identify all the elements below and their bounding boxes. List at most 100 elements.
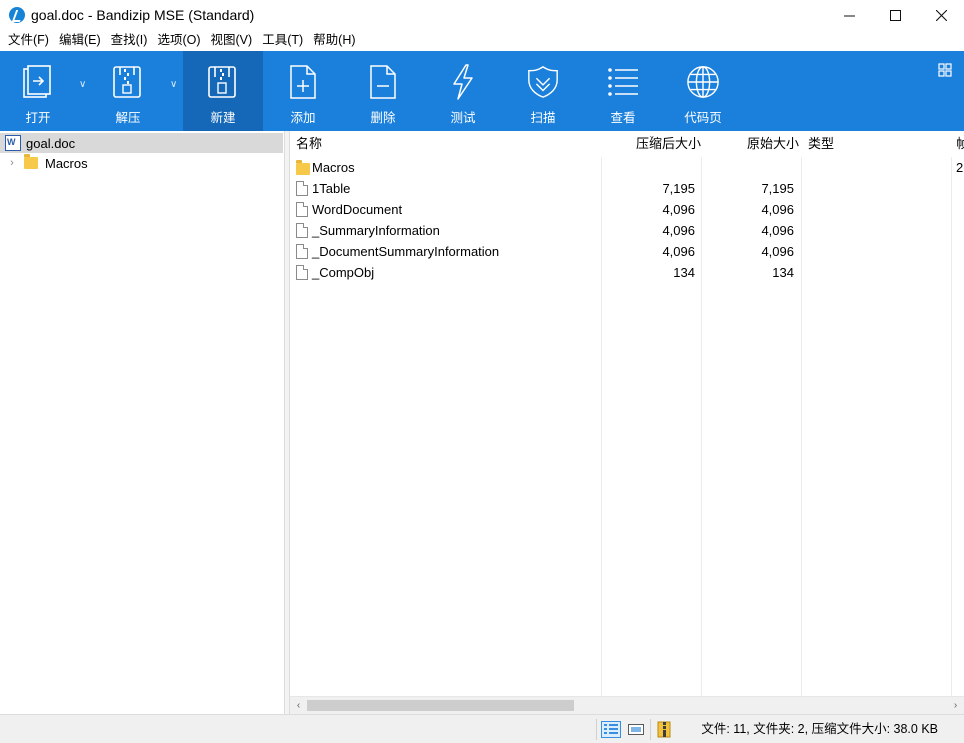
- scroll-left-arrow[interactable]: ‹: [290, 697, 307, 714]
- file-icon: [296, 202, 308, 217]
- new-archive-label: 新建: [210, 111, 236, 125]
- bandizip-app-icon: [9, 7, 25, 23]
- file-icon: [296, 265, 308, 280]
- extract-button[interactable]: 解压: [92, 51, 164, 131]
- open-dropdown-icon[interactable]: ∨: [79, 79, 86, 90]
- item-name: WordDocument: [312, 202, 403, 217]
- minimize-button[interactable]: [826, 0, 872, 30]
- preview-view-icon[interactable]: [626, 721, 646, 738]
- test-button[interactable]: 测试: [423, 51, 503, 131]
- status-bar: 文件: 11, 文件夹: 2, 压缩文件大小: 38.0 KB: [0, 714, 964, 743]
- expand-chevron-icon[interactable]: ›: [6, 157, 18, 169]
- details-view-icon[interactable]: [601, 721, 621, 738]
- scan-shield-icon: [526, 64, 560, 100]
- list-item[interactable]: 1Table 7,195 7,195: [290, 178, 964, 199]
- list-header: 名称 ⌄ 压缩后大小 原始大小 类型 帧: [290, 131, 964, 157]
- list-item[interactable]: _CompObj 134 134: [290, 262, 964, 283]
- column-type-header[interactable]: 类型: [808, 131, 834, 157]
- extract-icon: [111, 64, 145, 100]
- close-icon: [935, 9, 947, 21]
- item-name: _DocumentSummaryInformation: [312, 244, 500, 259]
- file-icon: [296, 244, 308, 259]
- title-bar: goal.doc - Bandizip MSE (Standard): [0, 0, 964, 30]
- test-label: 测试: [450, 111, 476, 125]
- item-original-size: 4,096: [761, 202, 794, 217]
- menu-view[interactable]: 视图(V): [206, 30, 258, 51]
- menu-options[interactable]: 选项(O): [152, 30, 205, 51]
- column-packed-header[interactable]: 压缩后大小: [636, 131, 701, 157]
- item-name: 1Table: [312, 181, 351, 196]
- menu-bar: 文件(F) 编辑(E) 查找(I) 选项(O) 视图(V) 工具(T) 帮助(H…: [0, 30, 964, 51]
- item-original-size: 4,096: [761, 244, 794, 259]
- open-button[interactable]: 打开: [0, 51, 76, 131]
- status-text: 文件: 11, 文件夹: 2, 压缩文件大小: 38.0 KB: [701, 722, 938, 736]
- open-archive-icon: [21, 64, 55, 100]
- word-doc-icon: [5, 135, 21, 151]
- item-name: Macros: [312, 160, 355, 175]
- test-lightning-icon: [446, 64, 480, 100]
- item-name: _CompObj: [312, 265, 375, 280]
- layout-toggle-icon[interactable]: [938, 63, 952, 77]
- extract-dropdown-icon[interactable]: ∨: [170, 79, 177, 90]
- tree-root-item[interactable]: goal.doc: [0, 133, 283, 153]
- archive-info-icon[interactable]: [655, 721, 675, 738]
- toolbar: 打开 ∨ 解压 ∨ 新建 添加 删除 测试 扫描 查看 代码页: [0, 51, 964, 131]
- list-item[interactable]: _SummaryInformation 4,096 4,096: [290, 220, 964, 241]
- maximize-icon: [889, 9, 901, 21]
- item-name: _SummaryInformation: [312, 223, 440, 238]
- view-list-icon: [606, 64, 640, 100]
- list-item[interactable]: WordDocument 4,096 4,096: [290, 199, 964, 220]
- view-button[interactable]: 查看: [583, 51, 663, 131]
- new-archive-button[interactable]: 新建: [183, 51, 263, 131]
- item-packed-size: 4,096: [662, 202, 695, 217]
- column-original-header[interactable]: 原始大小: [747, 131, 799, 157]
- file-icon: [296, 181, 308, 196]
- delete-file-icon: [366, 64, 400, 100]
- menu-help[interactable]: 帮助(H): [308, 30, 360, 51]
- column-truncated-header[interactable]: 帧: [956, 131, 964, 157]
- minimize-icon: [843, 15, 855, 16]
- item-original-size: 7,195: [761, 181, 794, 196]
- menu-file[interactable]: 文件(F): [3, 30, 54, 51]
- menu-edit[interactable]: 编辑(E): [54, 30, 106, 51]
- tree-item-macros[interactable]: › Macros: [0, 153, 283, 173]
- item-packed-size: 7,195: [662, 181, 695, 196]
- status-separator: [596, 719, 597, 740]
- open-label: 打开: [25, 111, 51, 125]
- scroll-right-arrow[interactable]: ›: [947, 697, 964, 714]
- folder-icon: [24, 154, 38, 169]
- scrollbar-thumb[interactable]: [307, 700, 574, 711]
- codepage-globe-icon: [686, 64, 720, 100]
- menu-find[interactable]: 查找(I): [106, 30, 153, 51]
- window-title: goal.doc - Bandizip MSE (Standard): [31, 7, 255, 23]
- file-icon: [296, 223, 308, 238]
- window-controls: [826, 0, 964, 30]
- view-label: 查看: [610, 111, 636, 125]
- delete-label: 删除: [370, 111, 396, 125]
- folder-icon: [296, 160, 310, 175]
- add-label: 添加: [290, 111, 316, 125]
- item-packed-size: 4,096: [662, 244, 695, 259]
- delete-button[interactable]: 删除: [343, 51, 423, 131]
- list-item[interactable]: _DocumentSummaryInformation 4,096 4,096: [290, 241, 964, 262]
- add-file-icon: [286, 64, 320, 100]
- codepage-label: 代码页: [684, 111, 722, 125]
- menu-tools[interactable]: 工具(T): [257, 30, 308, 51]
- tree-root-label: goal.doc: [26, 135, 76, 151]
- add-button[interactable]: 添加: [263, 51, 343, 131]
- list-item-folder[interactable]: Macros: [290, 157, 964, 178]
- horizontal-scrollbar[interactable]: ‹ ›: [290, 696, 964, 714]
- scan-button[interactable]: 扫描: [503, 51, 583, 131]
- close-button[interactable]: [918, 0, 964, 30]
- item-original-size: 134: [772, 265, 794, 280]
- maximize-button[interactable]: [872, 0, 918, 30]
- scan-label: 扫描: [530, 111, 556, 125]
- new-archive-icon: [206, 64, 240, 100]
- column-name-header[interactable]: 名称: [296, 131, 322, 157]
- item-original-size: 4,096: [761, 223, 794, 238]
- codepage-button[interactable]: 代码页: [663, 51, 743, 131]
- folder-tree: goal.doc › Macros: [0, 131, 285, 714]
- extract-label: 解压: [115, 111, 141, 125]
- tree-item-label: Macros: [45, 155, 88, 171]
- file-list: 名称 ⌄ 压缩后大小 原始大小 类型 帧 2 Macros 1Table 7,1…: [290, 131, 964, 696]
